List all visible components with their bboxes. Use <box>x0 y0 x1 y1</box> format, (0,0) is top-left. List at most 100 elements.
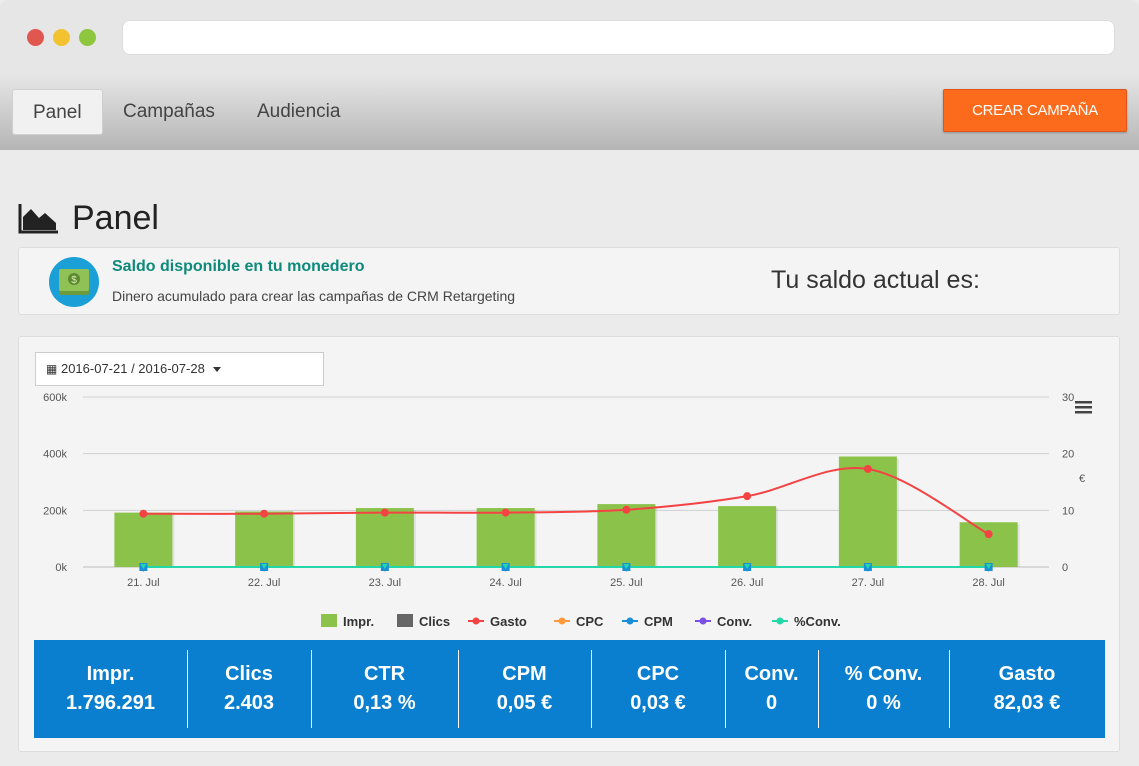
legend-item-conv[interactable]: Conv. <box>695 614 752 629</box>
tab-campanas[interactable]: Campañas <box>103 89 235 135</box>
point-gasto <box>743 492 752 501</box>
minimize-window-button[interactable] <box>53 29 70 46</box>
legend-label: Gasto <box>490 614 527 629</box>
tab-panel[interactable]: Panel <box>12 89 103 135</box>
stats-bar: Impr. 1.796.291 Clics 2.403 CTR 0,13 % CPM 0,05… <box>34 640 1105 738</box>
y-right-tick-label: 20 <box>1062 449 1074 461</box>
legend-label: CPM <box>644 614 673 629</box>
y-left-tick-label: 600k <box>43 392 67 404</box>
menu-icon[interactable] <box>1075 401 1092 414</box>
wallet-card: $ Saldo disponible en tu monedero Dinero… <box>18 247 1120 315</box>
legend-marker <box>776 617 784 625</box>
bar-impr <box>476 508 535 567</box>
page-title: Panel <box>72 198 159 237</box>
legend-label: CPC <box>576 614 604 629</box>
y-right-axis-label: € <box>1079 473 1085 485</box>
point-gasto <box>260 509 269 518</box>
x-tick-label: 26. Jul <box>731 577 763 589</box>
legend-item-cpm[interactable]: CPM <box>622 614 673 629</box>
address-bar[interactable] <box>122 20 1115 55</box>
point-gasto <box>139 509 148 518</box>
y-right-tick-label: 30 <box>1062 392 1074 404</box>
create-campaign-button[interactable]: CREAR CAMPAÑA <box>943 89 1127 132</box>
point-gasto <box>501 508 510 517</box>
y-right-tick-label: 10 <box>1062 505 1074 517</box>
legend-item-conv[interactable]: %Conv. <box>772 614 841 629</box>
stat-label: Clics <box>225 663 273 685</box>
y-left-tick-label: 0k <box>55 562 67 574</box>
stat-value: 0,13 % <box>353 692 416 714</box>
legend-marker <box>472 617 480 625</box>
y-right-tick-label: 0 <box>1062 562 1068 574</box>
stat-value: 0 % <box>866 692 901 714</box>
y-left-tick-label: 200k <box>43 505 67 517</box>
stat-conv: Conv. 0 <box>725 640 818 738</box>
stat-label: CPM <box>502 663 547 685</box>
legend-label: %Conv. <box>794 614 841 629</box>
stat-label: CPC <box>636 663 680 685</box>
page-header: Panel <box>18 196 159 240</box>
stat-label: Impr. <box>86 663 135 685</box>
stat-value: 0 <box>765 692 778 714</box>
stat-gasto: Gasto 82,03 € <box>949 640 1105 738</box>
legend-item-cpc[interactable]: CPC <box>554 614 604 629</box>
legend-marker <box>558 617 566 625</box>
stat-ctr: CTR 0,13 % <box>311 640 458 738</box>
x-tick-label: 25. Jul <box>610 577 642 589</box>
legend-label: Impr. <box>343 614 374 629</box>
x-tick-label: 27. Jul <box>852 577 884 589</box>
chart-card: 0k 200k 400k 600k 0 10 20 30 €21. Jul 22. Jul 23. … <box>18 336 1120 752</box>
wallet-title: Saldo disponible en tu monedero <box>112 258 365 275</box>
x-tick-label: 23. Jul <box>369 577 401 589</box>
legend-item-impr[interactable]: Impr. <box>321 614 374 629</box>
legend-marker <box>626 617 634 625</box>
stat-label: CTR <box>363 663 406 685</box>
legend-label: Conv. <box>717 614 752 629</box>
legend-item-gasto[interactable]: Gasto <box>468 614 527 629</box>
x-tick-label: 21. Jul <box>127 577 159 589</box>
point-gasto <box>984 530 993 539</box>
wallet-balance-label: Tu saldo actual es: <box>771 266 980 294</box>
stat-conv: % Conv. 0 % <box>818 640 949 738</box>
stat-value: 0,03 € <box>630 692 686 714</box>
stat-cpm: CPM 0,05 € <box>458 640 591 738</box>
stat-value: 0,05 € <box>496 692 553 714</box>
legend-marker <box>699 617 707 625</box>
tab-audiencia[interactable]: Audiencia <box>237 89 360 135</box>
menu-icon-line <box>1075 401 1092 404</box>
svg-text:$: $ <box>71 275 77 286</box>
maximize-window-button[interactable] <box>79 29 96 46</box>
stat-value: 82,03 € <box>993 692 1061 714</box>
bar-impr <box>235 511 294 567</box>
legend-label: Clics <box>419 614 450 629</box>
chevron-down-icon <box>213 367 222 373</box>
point-gasto <box>622 505 631 514</box>
point-gasto <box>380 508 389 517</box>
top-navbar: Panel Campañas Audiencia CREAR CAMPAÑA <box>0 73 1139 150</box>
bar-impr <box>838 456 897 567</box>
stat-clics: Clics 2.403 <box>187 640 311 738</box>
legend-item-clics[interactable]: Clics <box>397 614 450 629</box>
legend-swatch <box>397 614 413 627</box>
stat-value: 2.403 <box>223 692 275 714</box>
stat-label: % Conv. <box>844 663 923 685</box>
stat-label: Gasto <box>998 663 1056 685</box>
date-range-picker[interactable]: ▦ 2016-07-21 / 2016-07-28 <box>35 352 324 386</box>
stat-label: Conv. <box>744 663 799 685</box>
stat-impr: Impr. 1.796.291 <box>34 640 187 738</box>
x-tick-label: 28. Jul <box>972 577 1004 589</box>
bar-impr <box>718 506 777 567</box>
bar-impr <box>355 508 414 567</box>
menu-icon-line <box>1075 406 1092 409</box>
point-gasto <box>863 464 872 473</box>
calendar-icon: ▦ <box>46 362 58 376</box>
bar-impr <box>114 512 173 567</box>
x-tick-label: 24. Jul <box>489 577 521 589</box>
x-tick-label: 22. Jul <box>248 577 280 589</box>
bar-impr <box>959 522 1018 567</box>
y-left-tick-label: 400k <box>43 449 67 461</box>
wallet-subtitle: Dinero acumulado para crear las campañas… <box>112 288 516 304</box>
close-window-button[interactable] <box>27 29 44 46</box>
money-icon: $ <box>49 257 99 307</box>
menu-icon-line <box>1075 411 1092 414</box>
